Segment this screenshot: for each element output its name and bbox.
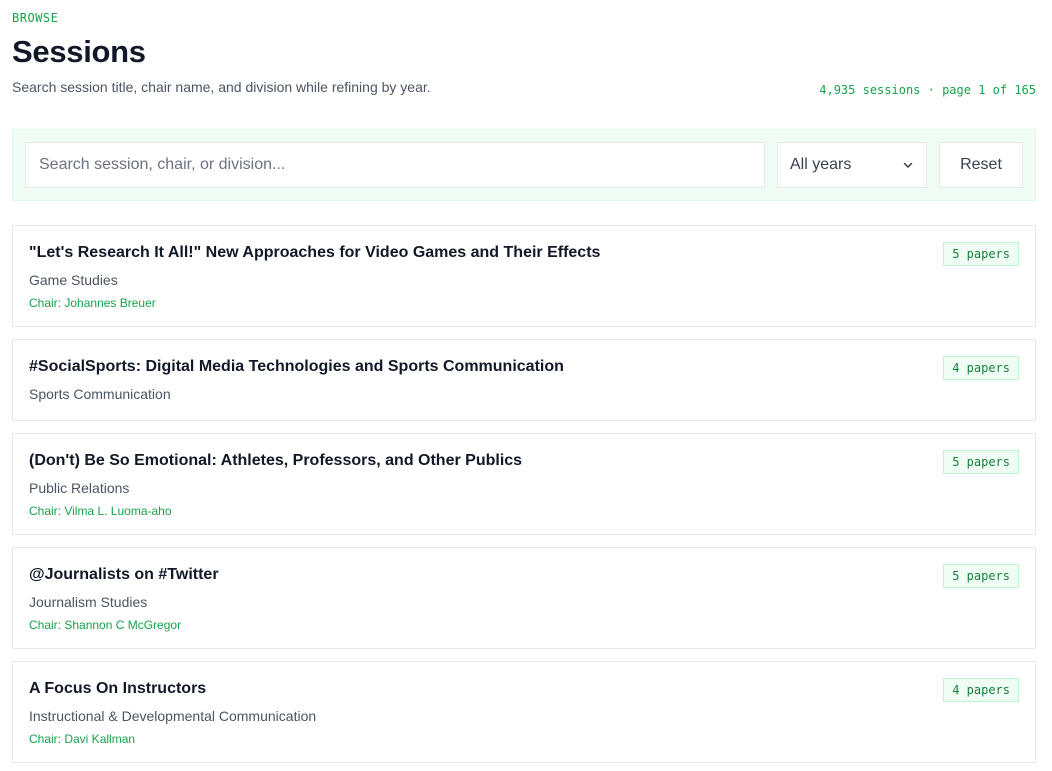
session-card[interactable]: A Focus On Instructors Instructional & D… xyxy=(12,661,1036,763)
chevron-down-icon xyxy=(903,162,913,168)
results-count: 4,935 sessions · page 1 of 165 xyxy=(819,83,1036,97)
session-title[interactable]: #SocialSports: Digital Media Technologie… xyxy=(29,358,564,376)
session-division: Game Studies xyxy=(29,272,118,288)
sessions-page: BROWSE Sessions Search session title, ch… xyxy=(0,0,1052,771)
reset-button[interactable]: Reset xyxy=(939,142,1023,188)
filter-bar: All years Reset xyxy=(12,129,1036,201)
session-chair: Chair: Davi Kallman xyxy=(29,732,136,746)
session-chair: Chair: Vilma L. Luoma-aho xyxy=(29,504,172,518)
page-title: Sessions xyxy=(12,34,146,69)
session-card[interactable]: "Let's Research It All!" New Approaches … xyxy=(12,225,1036,327)
session-division: Instructional & Developmental Communicat… xyxy=(29,708,317,724)
papers-badge: 4 papers xyxy=(943,678,1019,702)
session-division: Sports Communication xyxy=(29,386,171,402)
papers-badge: 5 papers xyxy=(943,564,1019,588)
papers-badge: 4 papers xyxy=(943,356,1019,380)
session-card[interactable]: #SocialSports: Digital Media Technologie… xyxy=(12,339,1036,421)
session-chair: Chair: Shannon C McGregor xyxy=(29,618,182,632)
session-card[interactable]: @Journalists on #Twitter Journalism Stud… xyxy=(12,547,1036,649)
eyebrow-label: BROWSE xyxy=(12,11,59,25)
session-division: Public Relations xyxy=(29,480,130,496)
year-select-value: All years xyxy=(790,156,852,173)
session-title[interactable]: "Let's Research It All!" New Approaches … xyxy=(29,244,600,262)
session-chair: Chair: Johannes Breuer xyxy=(29,296,156,310)
papers-badge: 5 papers xyxy=(943,242,1019,266)
search-input[interactable] xyxy=(25,142,765,188)
session-title[interactable]: A Focus On Instructors xyxy=(29,680,206,698)
session-card[interactable]: (Don't) Be So Emotional: Athletes, Profe… xyxy=(12,433,1036,535)
session-division: Journalism Studies xyxy=(29,594,148,610)
year-select[interactable]: All years xyxy=(777,142,927,188)
page-subtitle: Search session title, chair name, and di… xyxy=(12,79,431,95)
papers-badge: 5 papers xyxy=(943,450,1019,474)
session-title[interactable]: @Journalists on #Twitter xyxy=(29,566,219,584)
session-title[interactable]: (Don't) Be So Emotional: Athletes, Profe… xyxy=(29,452,522,470)
